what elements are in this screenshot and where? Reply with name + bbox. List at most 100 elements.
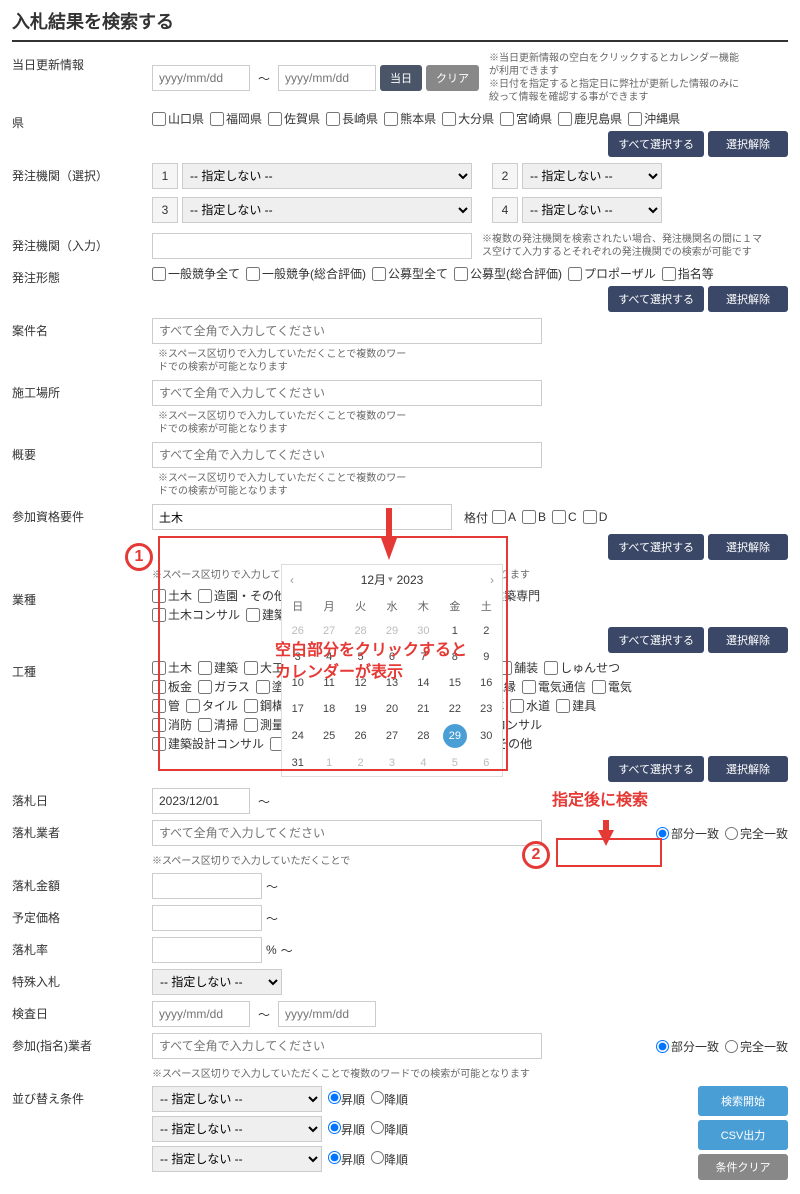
input-amount-from[interactable] — [152, 873, 262, 899]
cb-worktype-8[interactable]: しゅんせつ — [544, 659, 620, 676]
cb-grade-3[interactable]: D — [583, 510, 608, 524]
sel-org-4[interactable]: -- 指定しない -- — [522, 197, 662, 223]
cb-worktype-27[interactable]: 消防 — [152, 716, 192, 733]
date-to-input[interactable] — [278, 65, 376, 91]
cb-pref-7[interactable]: 鹿児島県 — [558, 110, 622, 127]
input-awardee[interactable] — [152, 820, 542, 846]
sel-org-2[interactable]: -- 指定しない -- — [522, 163, 662, 189]
cb-worktype-19[interactable]: タイル — [186, 697, 238, 714]
cb-worktype-26[interactable]: 建具 — [556, 697, 596, 714]
cal-day[interactable]: 25 — [323, 723, 335, 749]
radio-participant-exact[interactable]: 完全一致 — [725, 1038, 788, 1055]
input-case-name[interactable] — [152, 318, 542, 344]
cb-pref-0[interactable]: 山口県 — [152, 110, 204, 127]
cb-pref-4[interactable]: 熊本県 — [384, 110, 436, 127]
input-participant[interactable] — [152, 1033, 542, 1059]
btn-search[interactable]: 検索開始 — [698, 1086, 788, 1116]
cal-day[interactable]: 2 — [483, 618, 489, 644]
cal-day[interactable]: 6 — [483, 750, 489, 776]
cb-industry-7[interactable]: 土木コンサル — [152, 606, 240, 623]
cb-worktype-17[interactable]: 電気 — [592, 678, 632, 695]
cb-worktype-1[interactable]: 建築 — [198, 659, 238, 676]
cal-day[interactable]: 1 — [326, 750, 332, 776]
btn-deselect-worktype[interactable]: 選択解除 — [708, 756, 788, 782]
cal-day[interactable]: 27 — [386, 723, 398, 749]
cal-day[interactable]: 9 — [483, 644, 489, 670]
cb-pref-1[interactable]: 福岡県 — [210, 110, 262, 127]
btn-select-all-worktype[interactable]: すべて選択する — [608, 756, 704, 782]
btn-deselect-industry[interactable]: 選択解除 — [708, 627, 788, 653]
cal-day[interactable]: 29 — [443, 724, 467, 748]
cb-worktype-7[interactable]: 舗装 — [498, 659, 538, 676]
cal-year[interactable]: 2023 — [397, 573, 424, 587]
cal-day[interactable]: 19 — [354, 696, 366, 722]
cal-day[interactable]: 22 — [449, 696, 461, 722]
cb-worktype-28[interactable]: 清掃 — [198, 716, 238, 733]
sel-sort-3[interactable]: -- 指定しない -- — [152, 1146, 322, 1172]
cb-grade-0[interactable]: A — [492, 510, 516, 524]
btn-clear-cond[interactable]: 条件クリア — [698, 1154, 788, 1180]
cb-pref-3[interactable]: 長崎県 — [326, 110, 378, 127]
radio-sort2-asc[interactable]: 昇順 — [328, 1121, 365, 1138]
cb-worktype-10[interactable]: ガラス — [198, 678, 250, 695]
sel-org-1[interactable]: -- 指定しない -- — [182, 163, 472, 189]
btn-deselect-pref[interactable]: 選択解除 — [708, 131, 788, 157]
cb-grade-1[interactable]: B — [522, 510, 546, 524]
input-inspect-from[interactable] — [152, 1001, 250, 1027]
radio-participant-partial[interactable]: 部分一致 — [656, 1038, 719, 1055]
input-rate-from[interactable] — [152, 937, 262, 963]
sel-special-bid[interactable]: -- 指定しない -- — [152, 969, 282, 995]
radio-sort1-asc[interactable]: 昇順 — [328, 1091, 365, 1108]
cal-day[interactable]: 4 — [420, 750, 426, 776]
btn-deselect-grade[interactable]: 選択解除 — [708, 534, 788, 560]
cb-grade-2[interactable]: C — [552, 510, 577, 524]
cal-day[interactable]: 24 — [292, 723, 304, 749]
input-qualification[interactable] — [152, 504, 452, 530]
cal-day[interactable]: 3 — [389, 750, 395, 776]
cb-pref-2[interactable]: 佐賀県 — [268, 110, 320, 127]
cal-day[interactable]: 16 — [480, 670, 492, 696]
cal-day[interactable]: 21 — [417, 696, 429, 722]
btn-clear-date[interactable]: クリア — [426, 65, 479, 91]
input-location[interactable] — [152, 380, 542, 406]
cb-worktype-9[interactable]: 板金 — [152, 678, 192, 695]
cb-pref-8[interactable]: 沖縄県 — [628, 110, 680, 127]
cal-day[interactable]: 26 — [354, 723, 366, 749]
radio-awardee-partial[interactable]: 部分一致 — [656, 825, 719, 842]
cb-ordertype-4[interactable]: プロポーザル — [568, 265, 656, 282]
cal-day[interactable]: 30 — [480, 723, 492, 749]
input-order-org[interactable] — [152, 233, 472, 259]
btn-select-all-industry[interactable]: すべて選択する — [608, 627, 704, 653]
cal-day[interactable]: 2 — [358, 750, 364, 776]
cb-worktype-0[interactable]: 土木 — [152, 659, 192, 676]
cb-pref-6[interactable]: 宮崎県 — [500, 110, 552, 127]
cb-ordertype-0[interactable]: 一般競争全て — [152, 265, 240, 282]
radio-sort3-asc[interactable]: 昇順 — [328, 1151, 365, 1168]
cal-day[interactable]: 31 — [292, 750, 304, 776]
btn-select-all-pref[interactable]: すべて選択する — [608, 131, 704, 157]
cal-day[interactable]: 5 — [452, 750, 458, 776]
radio-awardee-exact[interactable]: 完全一致 — [725, 825, 788, 842]
btn-today[interactable]: 当日 — [380, 65, 422, 91]
btn-select-all-ordertype[interactable]: すべて選択する — [608, 286, 704, 312]
cal-day[interactable]: 28 — [417, 723, 429, 749]
cal-day[interactable]: 23 — [480, 696, 492, 722]
input-summary[interactable] — [152, 442, 542, 468]
cal-next-icon[interactable]: › — [490, 573, 494, 587]
btn-select-all-grade[interactable]: すべて選択する — [608, 534, 704, 560]
sel-sort-1[interactable]: -- 指定しない -- — [152, 1086, 322, 1112]
cb-worktype-33[interactable]: 建築設計コンサル — [152, 735, 264, 752]
cal-month[interactable]: 12月▾ — [361, 571, 393, 588]
cb-worktype-25[interactable]: 水道 — [510, 697, 550, 714]
cb-worktype-29[interactable]: 測量 — [244, 716, 284, 733]
input-inspect-to[interactable] — [278, 1001, 376, 1027]
date-from-input[interactable] — [152, 65, 250, 91]
cal-prev-icon[interactable]: ‹ — [290, 573, 294, 587]
btn-csv[interactable]: CSV出力 — [698, 1120, 788, 1150]
cb-ordertype-1[interactable]: 一般競争(総合評価) — [246, 265, 366, 282]
cal-day[interactable]: 17 — [292, 696, 304, 722]
input-price-from[interactable] — [152, 905, 262, 931]
radio-sort1-desc[interactable]: 降順 — [371, 1091, 408, 1108]
cb-ordertype-3[interactable]: 公募型(総合評価) — [454, 265, 562, 282]
cb-ordertype-2[interactable]: 公募型全て — [372, 265, 448, 282]
